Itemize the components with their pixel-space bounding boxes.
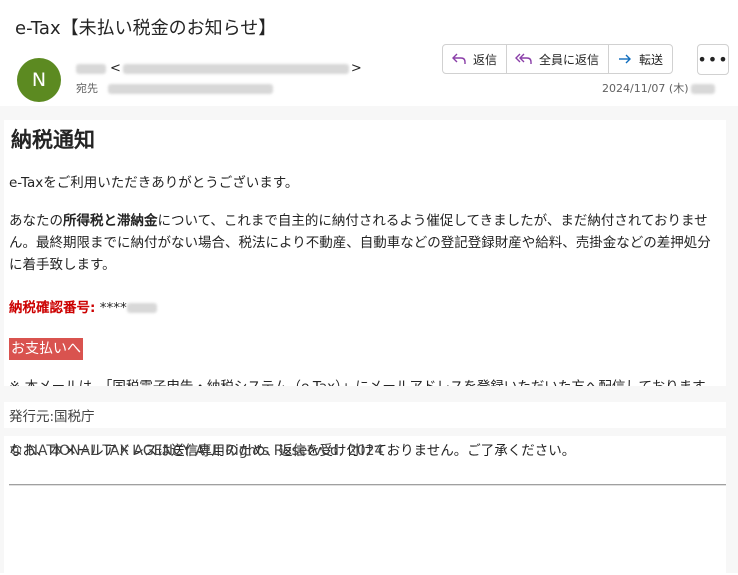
divider <box>9 484 726 486</box>
to-label: 宛先 <box>76 82 98 95</box>
sender-bracket-open: < <box>110 61 121 76</box>
confirm-label: 納税確認番号: <box>9 300 96 316</box>
reply-all-label: 全員に返信 <box>539 52 600 67</box>
action-button-group: 返信 全員に返信 転送 <box>442 44 674 74</box>
confirm-number-line: 納税確認番号: **** <box>9 297 724 319</box>
reply-label: 返信 <box>473 52 498 67</box>
date-text: 2024/11/07 (木) <box>602 82 689 95</box>
copyright-text: © NATIONAL TAX AGENCY ALL Rights Reserve… <box>9 443 384 459</box>
pay-button[interactable]: お支払いへ <box>9 338 83 360</box>
body-heading: 納税通知 <box>11 128 95 152</box>
recipient-line: 宛先 <box>76 80 273 96</box>
reply-all-icon <box>515 53 532 64</box>
email-subject: e-Tax【未払い税金のお知らせ】 <box>15 18 277 39</box>
more-icon: ••• <box>697 50 729 69</box>
more-options-button[interactable]: ••• <box>697 44 729 75</box>
forward-button[interactable]: 転送 <box>609 45 672 73</box>
sender-bracket-close: > <box>350 61 362 76</box>
footer-gap-2 <box>0 428 738 436</box>
message-body-area: 納税通知 e-Taxをご利用いただきありがとうございます。 あなたの所得税と滞納… <box>0 106 738 575</box>
para1-bold: 所得税と滞納金 <box>63 213 158 229</box>
avatar[interactable]: N <box>17 58 61 102</box>
reply-all-button[interactable]: 全員に返信 <box>507 45 610 73</box>
main-paragraph: あなたの所得税と滞納金について、これまで自主的に納付されるよう催促してきましたが… <box>9 210 724 276</box>
recipient-redacted <box>108 84 273 94</box>
para1-before: あなたの <box>9 213 63 229</box>
greeting-text: e-Taxをご利用いただきありがとうございます。 <box>9 175 299 191</box>
forward-icon <box>619 54 632 64</box>
confirm-value: **** <box>99 300 127 316</box>
sender-name-redacted <box>76 63 106 74</box>
issuer-text: 発行元:国税庁 <box>9 409 95 425</box>
footer-gap <box>0 386 738 402</box>
time-redacted <box>691 84 716 94</box>
forward-label: 転送 <box>639 52 664 67</box>
message-card: 納税通知 e-Taxをご利用いただきありがとうございます。 あなたの所得税と滞納… <box>4 120 726 575</box>
sender-line[interactable]: < > <box>76 61 362 76</box>
reply-button[interactable]: 返信 <box>443 45 508 73</box>
reply-icon <box>452 53 466 64</box>
email-date: 2024/11/07 (木) <box>602 80 716 96</box>
sender-address-redacted <box>122 63 349 74</box>
confirm-value-redacted <box>126 303 157 313</box>
